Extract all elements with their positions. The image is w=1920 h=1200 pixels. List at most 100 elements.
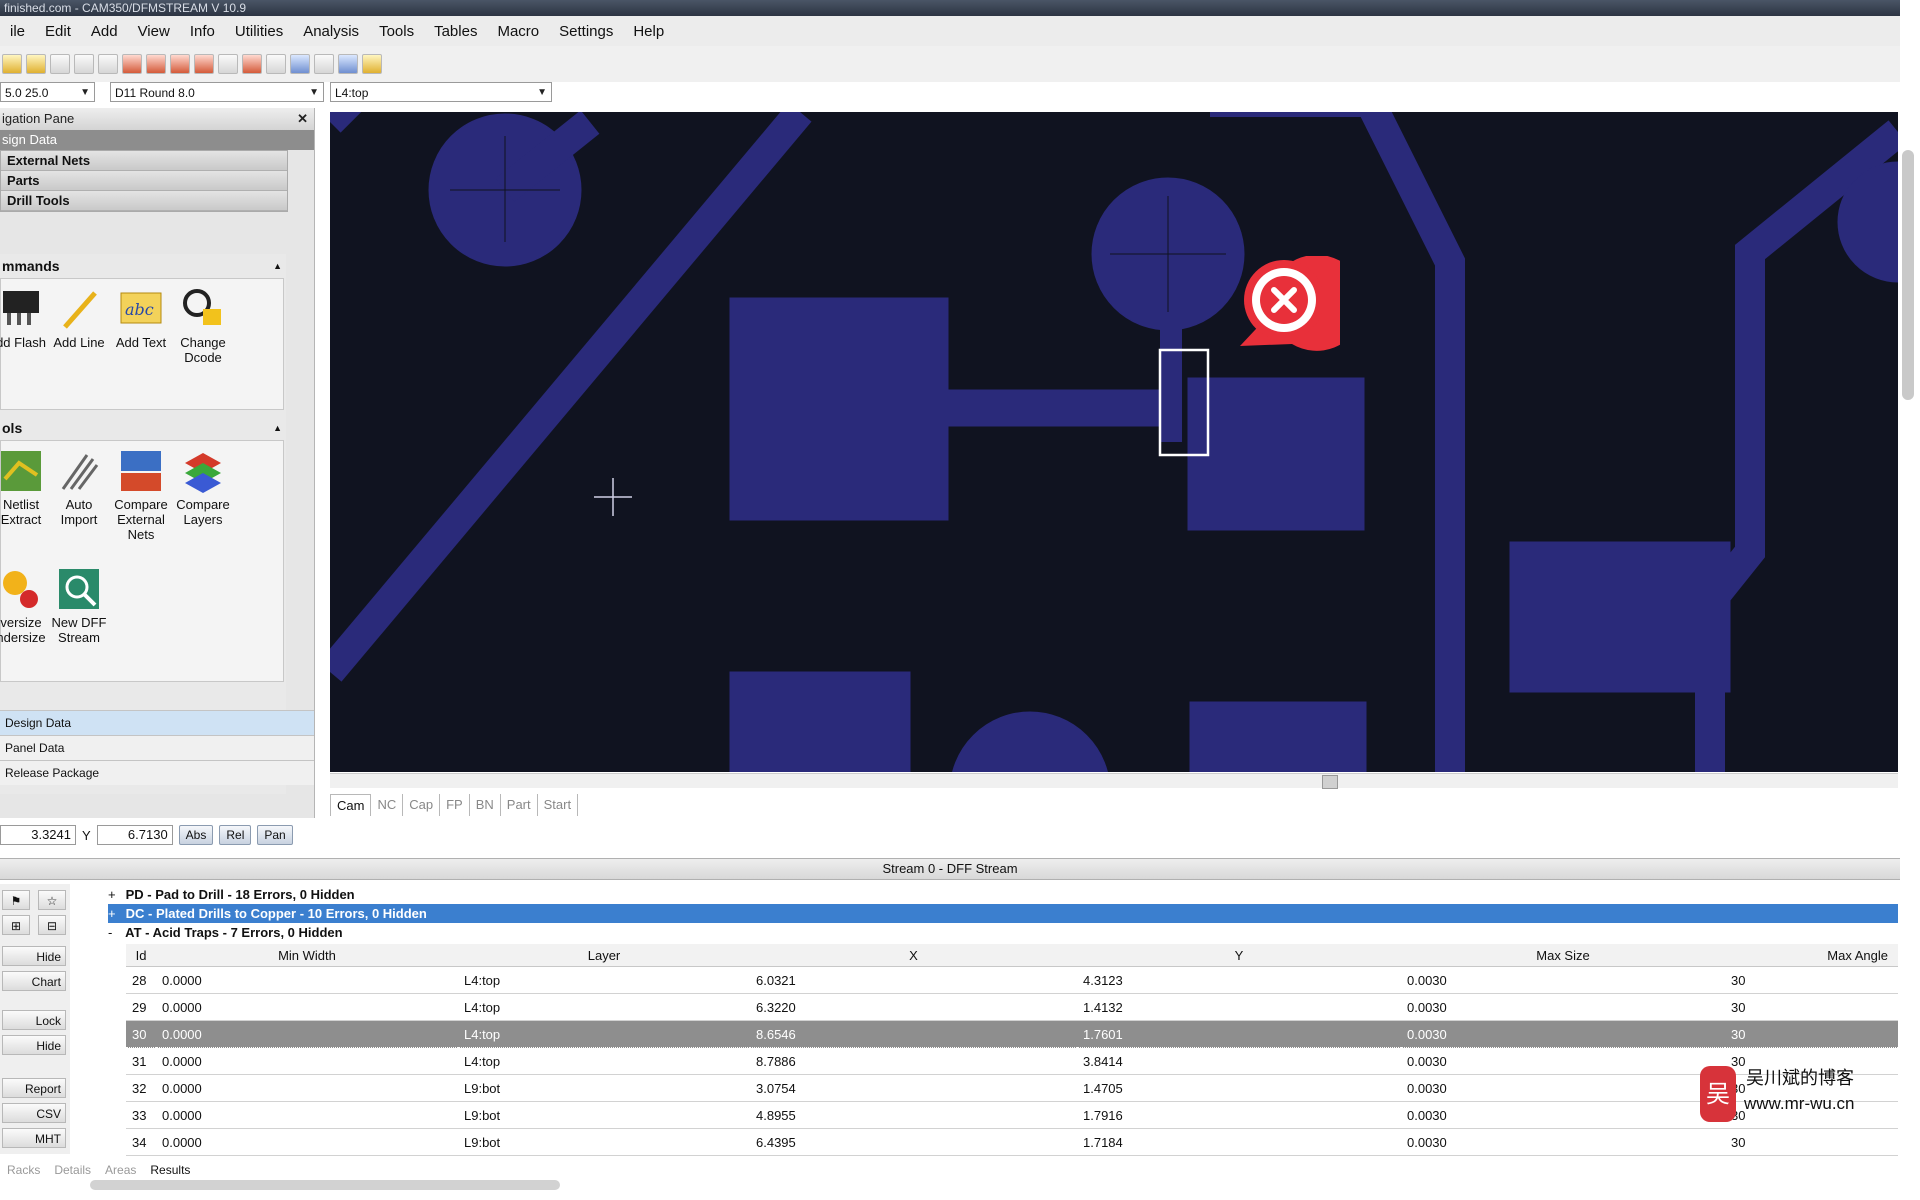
filter-icon[interactable]: ⚑ xyxy=(2,890,30,910)
grid-icon[interactable] xyxy=(290,54,310,74)
tab-fp[interactable]: FP xyxy=(440,794,470,816)
redraw-icon[interactable] xyxy=(218,54,238,74)
hide-button[interactable]: Hide xyxy=(2,946,66,966)
menu-macro[interactable]: Macro xyxy=(487,23,549,40)
group-acid-traps[interactable]: - AT - Acid Traps - 7 Errors, 0 Hidden xyxy=(108,923,343,942)
menu-view[interactable]: View xyxy=(128,23,180,40)
zoom-combo[interactable]: 5.0 25.0 ▼ xyxy=(0,82,95,102)
expand-toggle-icon[interactable]: + xyxy=(108,904,122,923)
menu-info[interactable]: Info xyxy=(180,23,225,40)
table-row[interactable]: 34 0.0000 L9:bot 6.4395 1.7184 0.0030 30 xyxy=(126,1128,1898,1156)
star-icon[interactable]: ☆ xyxy=(38,890,66,910)
tools-group-header[interactable]: ols ▲ xyxy=(0,416,286,440)
menu-file[interactable]: ile xyxy=(0,23,35,40)
table-row[interactable]: 28 0.0000 L4:top 6.0321 4.3123 0.0030 30 xyxy=(126,966,1898,994)
tree-item-drill-tools[interactable]: Drill Tools xyxy=(1,191,287,211)
tab-start[interactable]: Start xyxy=(538,794,579,816)
tab-racks[interactable]: Racks xyxy=(0,1160,47,1180)
menu-edit[interactable]: Edit xyxy=(35,23,81,40)
collapse-all-icon[interactable]: ⊟ xyxy=(38,915,66,935)
collapse-toggle-icon[interactable]: - xyxy=(108,923,122,942)
error-marker-icon[interactable] xyxy=(1230,254,1365,360)
tab-nc[interactable]: NC xyxy=(371,794,404,816)
pan-button[interactable]: Pan xyxy=(257,825,293,845)
menu-add[interactable]: Add xyxy=(81,23,128,40)
snap-icon[interactable] xyxy=(314,54,334,74)
layer-icon[interactable] xyxy=(266,54,286,74)
add-flash-command[interactable]: dd Flash xyxy=(0,287,51,350)
dcode-combo[interactable]: D11 Round 8.0 ▼ xyxy=(110,82,324,102)
tab-bn[interactable]: BN xyxy=(470,794,501,816)
compare-layers-command[interactable]: Compare Layers xyxy=(173,449,233,527)
menu-analysis[interactable]: Analysis xyxy=(293,23,369,40)
new-dff-stream-command[interactable]: New DFF Stream xyxy=(49,567,109,645)
tree-item-parts[interactable]: Parts xyxy=(1,171,287,191)
undo-icon[interactable] xyxy=(74,54,94,74)
collapse-icon[interactable]: ▲ xyxy=(273,254,282,278)
column-header-min-width[interactable]: Min Width xyxy=(156,944,458,967)
report-button[interactable]: Report xyxy=(2,1078,66,1098)
change-dcode-command[interactable]: Change Dcode xyxy=(173,287,233,365)
zoom-in-icon[interactable] xyxy=(146,54,166,74)
print-icon[interactable] xyxy=(242,54,262,74)
zoom-out-icon[interactable] xyxy=(170,54,190,74)
color-icon[interactable] xyxy=(338,54,358,74)
open-icon[interactable] xyxy=(2,54,22,74)
save-icon[interactable] xyxy=(50,54,70,74)
collapse-icon[interactable]: ▲ xyxy=(273,416,282,440)
results-horizontal-scrollbar[interactable] xyxy=(90,1180,560,1190)
close-icon[interactable]: ✕ xyxy=(297,108,308,130)
oversize-undersize-command[interactable]: versize ndersize xyxy=(0,567,51,645)
netlist-extract-command[interactable]: Netlist Extract xyxy=(0,449,51,527)
mht-button[interactable]: MHT xyxy=(2,1128,66,1148)
tab-part[interactable]: Part xyxy=(501,794,538,816)
redo-icon[interactable] xyxy=(98,54,118,74)
add-line-command[interactable]: Add Line xyxy=(49,287,109,350)
canvas-horizontal-scrollbar[interactable] xyxy=(330,773,1898,789)
tab-results[interactable]: Results xyxy=(143,1160,197,1180)
auto-import-command[interactable]: Auto Import xyxy=(49,449,109,527)
group-pad-to-drill[interactable]: + PD - Pad to Drill - 18 Errors, 0 Hidde… xyxy=(108,885,355,904)
hide-button-2[interactable]: Hide xyxy=(2,1035,66,1055)
table-row[interactable]: 33 0.0000 L9:bot 4.8955 1.7916 0.0030 30 xyxy=(126,1101,1898,1129)
group-plated-drills[interactable]: + DC - Plated Drills to Copper - 10 Erro… xyxy=(108,904,1898,923)
column-header-y[interactable]: Y xyxy=(1077,944,1401,967)
add-text-command[interactable]: abc Add Text xyxy=(111,287,171,350)
abs-button[interactable]: Abs xyxy=(178,825,214,845)
menu-settings[interactable]: Settings xyxy=(549,23,623,40)
scrollbar-thumb[interactable] xyxy=(1322,775,1338,789)
layer-combo[interactable]: L4:top ▼ xyxy=(330,82,552,102)
x-coordinate[interactable]: 3.3241 xyxy=(0,825,76,845)
nav-release-package[interactable]: Release Package xyxy=(0,760,314,785)
menu-tables[interactable]: Tables xyxy=(424,23,487,40)
folder-icon[interactable] xyxy=(26,54,46,74)
table-row[interactable]: 32 0.0000 L9:bot 3.0754 1.4705 0.0030 30 xyxy=(126,1074,1898,1102)
y-coordinate[interactable]: 6.7130 xyxy=(96,825,173,845)
column-header-max-angle[interactable]: Max Angle xyxy=(1725,944,1898,967)
menu-tools[interactable]: Tools xyxy=(369,23,424,40)
rel-button[interactable]: Rel xyxy=(219,825,252,845)
nav-design-data[interactable]: Design Data xyxy=(0,710,314,735)
tab-areas[interactable]: Areas xyxy=(98,1160,143,1180)
table-row[interactable]: 31 0.0000 L4:top 8.7886 3.8414 0.0030 30 xyxy=(126,1047,1898,1075)
lock-button[interactable]: Lock xyxy=(2,1010,66,1030)
zoom-window-icon[interactable] xyxy=(122,54,142,74)
menu-help[interactable]: Help xyxy=(623,23,674,40)
palette-icon[interactable] xyxy=(362,54,382,74)
tab-details[interactable]: Details xyxy=(47,1160,98,1180)
expand-toggle-icon[interactable]: + xyxy=(108,885,122,904)
tab-cap[interactable]: Cap xyxy=(403,794,441,816)
csv-button[interactable]: CSV xyxy=(2,1103,66,1123)
column-header-id[interactable]: Id xyxy=(126,944,156,967)
column-header-x[interactable]: X xyxy=(750,944,1077,967)
table-row[interactable]: 29 0.0000 L4:top 6.3220 1.4132 0.0030 30 xyxy=(126,993,1898,1021)
pcb-canvas[interactable] xyxy=(318,71,1920,873)
tab-cam[interactable]: Cam xyxy=(330,794,372,816)
expand-icon[interactable]: ⊞ xyxy=(2,915,30,935)
commands-group-header[interactable]: mmands ▲ xyxy=(0,254,286,278)
column-header-layer[interactable]: Layer xyxy=(458,944,750,967)
chart-button[interactable]: Chart xyxy=(2,971,66,991)
tree-item-external-nets[interactable]: External Nets xyxy=(1,151,287,171)
nav-panel-data[interactable]: Panel Data xyxy=(0,735,314,760)
compare-external-nets-command[interactable]: Compare External Nets xyxy=(111,449,171,542)
